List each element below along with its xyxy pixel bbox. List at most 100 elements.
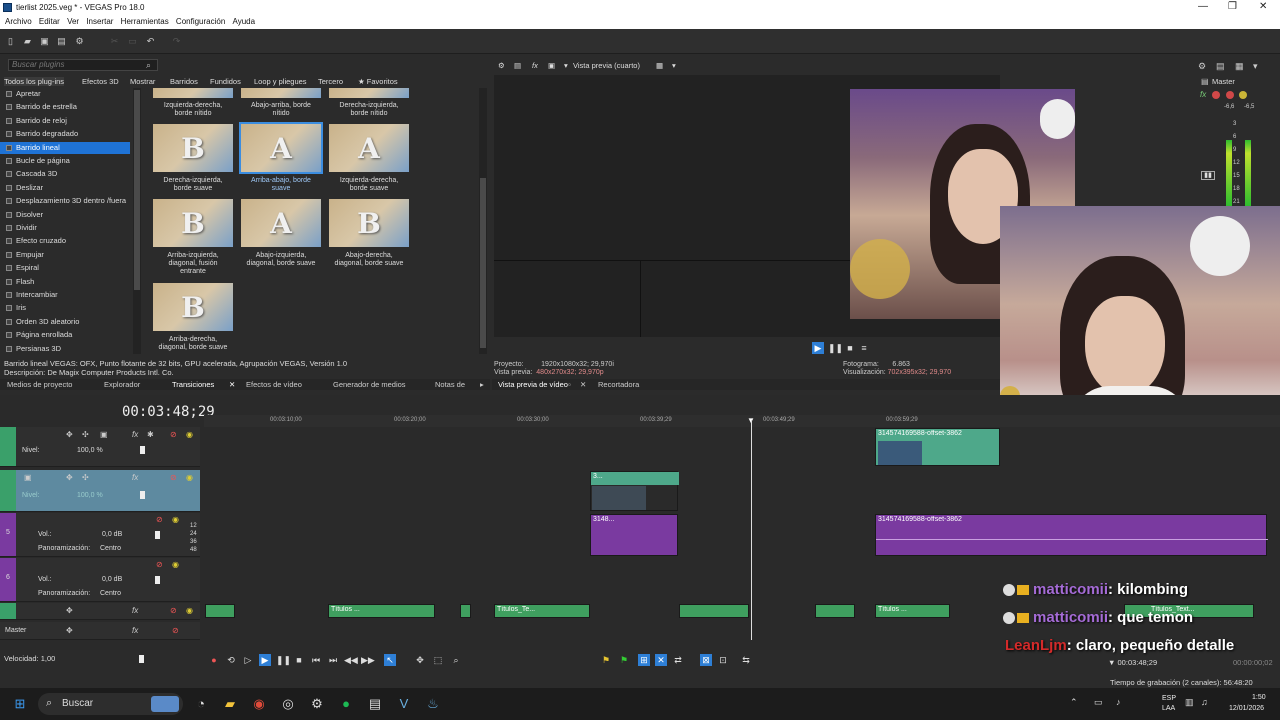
volume-icon[interactable]: ♫ xyxy=(1201,697,1208,707)
tray-monitor-icon[interactable]: ▭ xyxy=(1094,697,1103,708)
tab-favorites[interactable]: ★ Favoritos xyxy=(358,77,398,86)
tab-wipes[interactable]: Barridos xyxy=(170,77,198,86)
track3-volume-slider[interactable] xyxy=(155,531,160,539)
taskbar-search[interactable]: ⌕ Buscar xyxy=(38,693,183,715)
solo-icon[interactable]: ◉ xyxy=(186,606,193,615)
master-automation-icon[interactable] xyxy=(1239,91,1247,99)
tab-third-party[interactable]: Tercero xyxy=(318,77,343,86)
tab-trimmer[interactable]: Recortadora xyxy=(598,380,639,389)
stop-icon[interactable]: ■ xyxy=(293,654,305,666)
fx-icon[interactable]: fx xyxy=(132,626,138,635)
mute-icon[interactable]: ⊘ xyxy=(170,606,177,615)
minimize-button[interactable]: — xyxy=(1198,1,1208,12)
previous-frame-icon[interactable]: ◀◀ xyxy=(344,654,358,666)
menu-ver[interactable]: Ver xyxy=(67,17,79,26)
master-fx-icon[interactable]: fx xyxy=(1200,90,1206,99)
app-icon[interactable]: ▤ xyxy=(367,696,383,712)
preview-quality-select[interactable]: Vista previa (cuarto) xyxy=(573,61,640,70)
copy-icon[interactable]: ▭ xyxy=(128,37,137,46)
video-clip[interactable]: 3... xyxy=(590,471,679,511)
compositing-icon[interactable]: ✣ xyxy=(82,430,89,439)
fx-icon[interactable]: fx xyxy=(132,606,138,615)
title-clip[interactable] xyxy=(460,604,471,618)
keyboard-layout[interactable]: LAA xyxy=(1162,705,1175,712)
mute-icon[interactable]: ⊘ xyxy=(156,515,163,524)
copilot-icon[interactable]: ◔ xyxy=(193,696,209,712)
go-to-start-icon[interactable]: ⏮ xyxy=(310,654,322,666)
overlays-dropdown-icon[interactable]: ▾ xyxy=(672,61,676,70)
plugin-list-item[interactable]: Persianas 3D xyxy=(0,343,130,355)
dim-output-icon[interactable]: ▾ xyxy=(1253,61,1258,72)
tab-loops[interactable]: Loop y pliegues xyxy=(254,77,307,86)
audio-clip[interactable]: 314574169588-offset-3862 xyxy=(875,514,1268,556)
master-fader-icon[interactable]: ▮▮ xyxy=(1201,171,1215,180)
track2-level-slider[interactable] xyxy=(140,491,145,499)
track1-level-slider[interactable] xyxy=(140,446,145,454)
playhead-cursor[interactable] xyxy=(751,420,752,640)
compositing-mode-icon[interactable]: ▣ xyxy=(24,473,32,482)
ripple-edit-icon[interactable]: ⇄ xyxy=(672,654,684,666)
preset-thumbnail[interactable] xyxy=(241,88,321,98)
lock-envelopes-icon[interactable]: ⊠ xyxy=(700,654,712,666)
plugin-list-item[interactable]: Barrido degradado xyxy=(0,128,130,140)
menu-configuracion[interactable]: Configuración xyxy=(176,17,225,26)
tab-project-media[interactable]: Medios de proyecto xyxy=(7,380,72,389)
network-icon[interactable]: ▥ xyxy=(1185,697,1194,708)
save-icon[interactable]: ▣ xyxy=(40,37,49,46)
preview-tab-float-icon[interactable]: ▫ xyxy=(568,380,571,389)
cut-icon[interactable]: ✂ xyxy=(110,37,119,46)
play-icon[interactable]: ▶ xyxy=(259,654,271,666)
track-motion-icon[interactable]: ▣ xyxy=(100,430,108,439)
trim-icon[interactable]: ⇆ xyxy=(740,654,752,666)
mute-icon[interactable]: ⊘ xyxy=(172,626,179,635)
tab-video-effects[interactable]: Efectos de vídeo xyxy=(246,380,302,389)
tray-mic-icon[interactable]: ♪ xyxy=(1116,697,1121,707)
tab-show[interactable]: Mostrar xyxy=(130,77,155,86)
preset-thumbnail[interactable]: A xyxy=(241,199,321,247)
playback-rate-slider[interactable] xyxy=(139,655,144,663)
plugin-list-item[interactable]: Disolver xyxy=(0,209,130,221)
video-clip[interactable]: 314574169588-offset-3862 xyxy=(875,428,1000,466)
obs-icon[interactable]: ◎ xyxy=(280,696,296,712)
fx-icon[interactable]: fx xyxy=(132,473,138,482)
open-folder-icon[interactable]: ▰ xyxy=(23,37,32,46)
search-icon[interactable]: ⌕ xyxy=(146,60,151,71)
tab-fades[interactable]: Fundidos xyxy=(210,77,241,86)
menu-insertar[interactable]: Insertar xyxy=(86,17,113,26)
redo-icon[interactable]: ↷ xyxy=(172,37,181,46)
plugin-list-item[interactable]: Barrido lineal xyxy=(0,141,130,154)
preset-thumbnail[interactable]: B xyxy=(153,124,233,172)
track-header-video-2[interactable]: Nivel: 100,0 % ▣ ✥ ✣ fx ⊘ ◉ xyxy=(0,470,200,512)
preview-quality-dropdown-icon[interactable]: ▾ xyxy=(564,61,568,70)
pause-icon[interactable]: ❚❚ xyxy=(276,654,291,666)
timeline-ruler[interactable] xyxy=(204,415,1280,427)
track-header-video-titles[interactable]: ✥ fx ⊘ ◉ xyxy=(0,603,200,620)
plugin-list-item[interactable]: Orden 3D aleatorio xyxy=(0,316,130,328)
tab-media-generators[interactable]: Generador de medios xyxy=(333,380,406,389)
menu-ayuda[interactable]: Ayuda xyxy=(233,17,256,26)
go-to-end-icon[interactable]: ⏭ xyxy=(327,654,339,666)
plugin-list-item[interactable]: Dividir xyxy=(0,222,130,234)
preset-thumbnail[interactable] xyxy=(153,88,233,98)
fx-icon[interactable]: fx xyxy=(532,61,538,70)
plugin-list-item[interactable]: Iris xyxy=(0,302,130,314)
loop-playback-icon[interactable]: ⟲ xyxy=(225,654,237,666)
menu-editar[interactable]: Editar xyxy=(39,17,60,26)
plugin-list-scrollbar[interactable] xyxy=(133,88,141,354)
tab-all-plugins[interactable]: Todos los plug-ins xyxy=(4,77,65,86)
preset-thumbnail[interactable]: B xyxy=(329,199,409,247)
next-frame-icon[interactable]: ▶▶ xyxy=(361,654,375,666)
clock-time[interactable]: 1:50 xyxy=(1252,694,1266,701)
play-from-start-icon[interactable]: ▷ xyxy=(242,654,254,666)
title-clip[interactable] xyxy=(815,604,855,618)
master-solo-icon[interactable] xyxy=(1226,91,1234,99)
move-icon[interactable]: ✥ xyxy=(66,606,73,615)
move-icon[interactable]: ✥ xyxy=(66,473,73,482)
downmix-icon[interactable]: ▦ xyxy=(1235,61,1244,72)
expand-icon[interactable]: ✱ xyxy=(147,430,154,439)
close-icon[interactable]: ✕ xyxy=(229,380,235,389)
plugin-list-item[interactable]: Flash xyxy=(0,276,130,288)
mute-icon[interactable]: ⊘ xyxy=(170,430,177,439)
plugin-list-item[interactable]: Efecto cruzado xyxy=(0,235,130,247)
tab-explorer[interactable]: Explorador xyxy=(104,380,140,389)
